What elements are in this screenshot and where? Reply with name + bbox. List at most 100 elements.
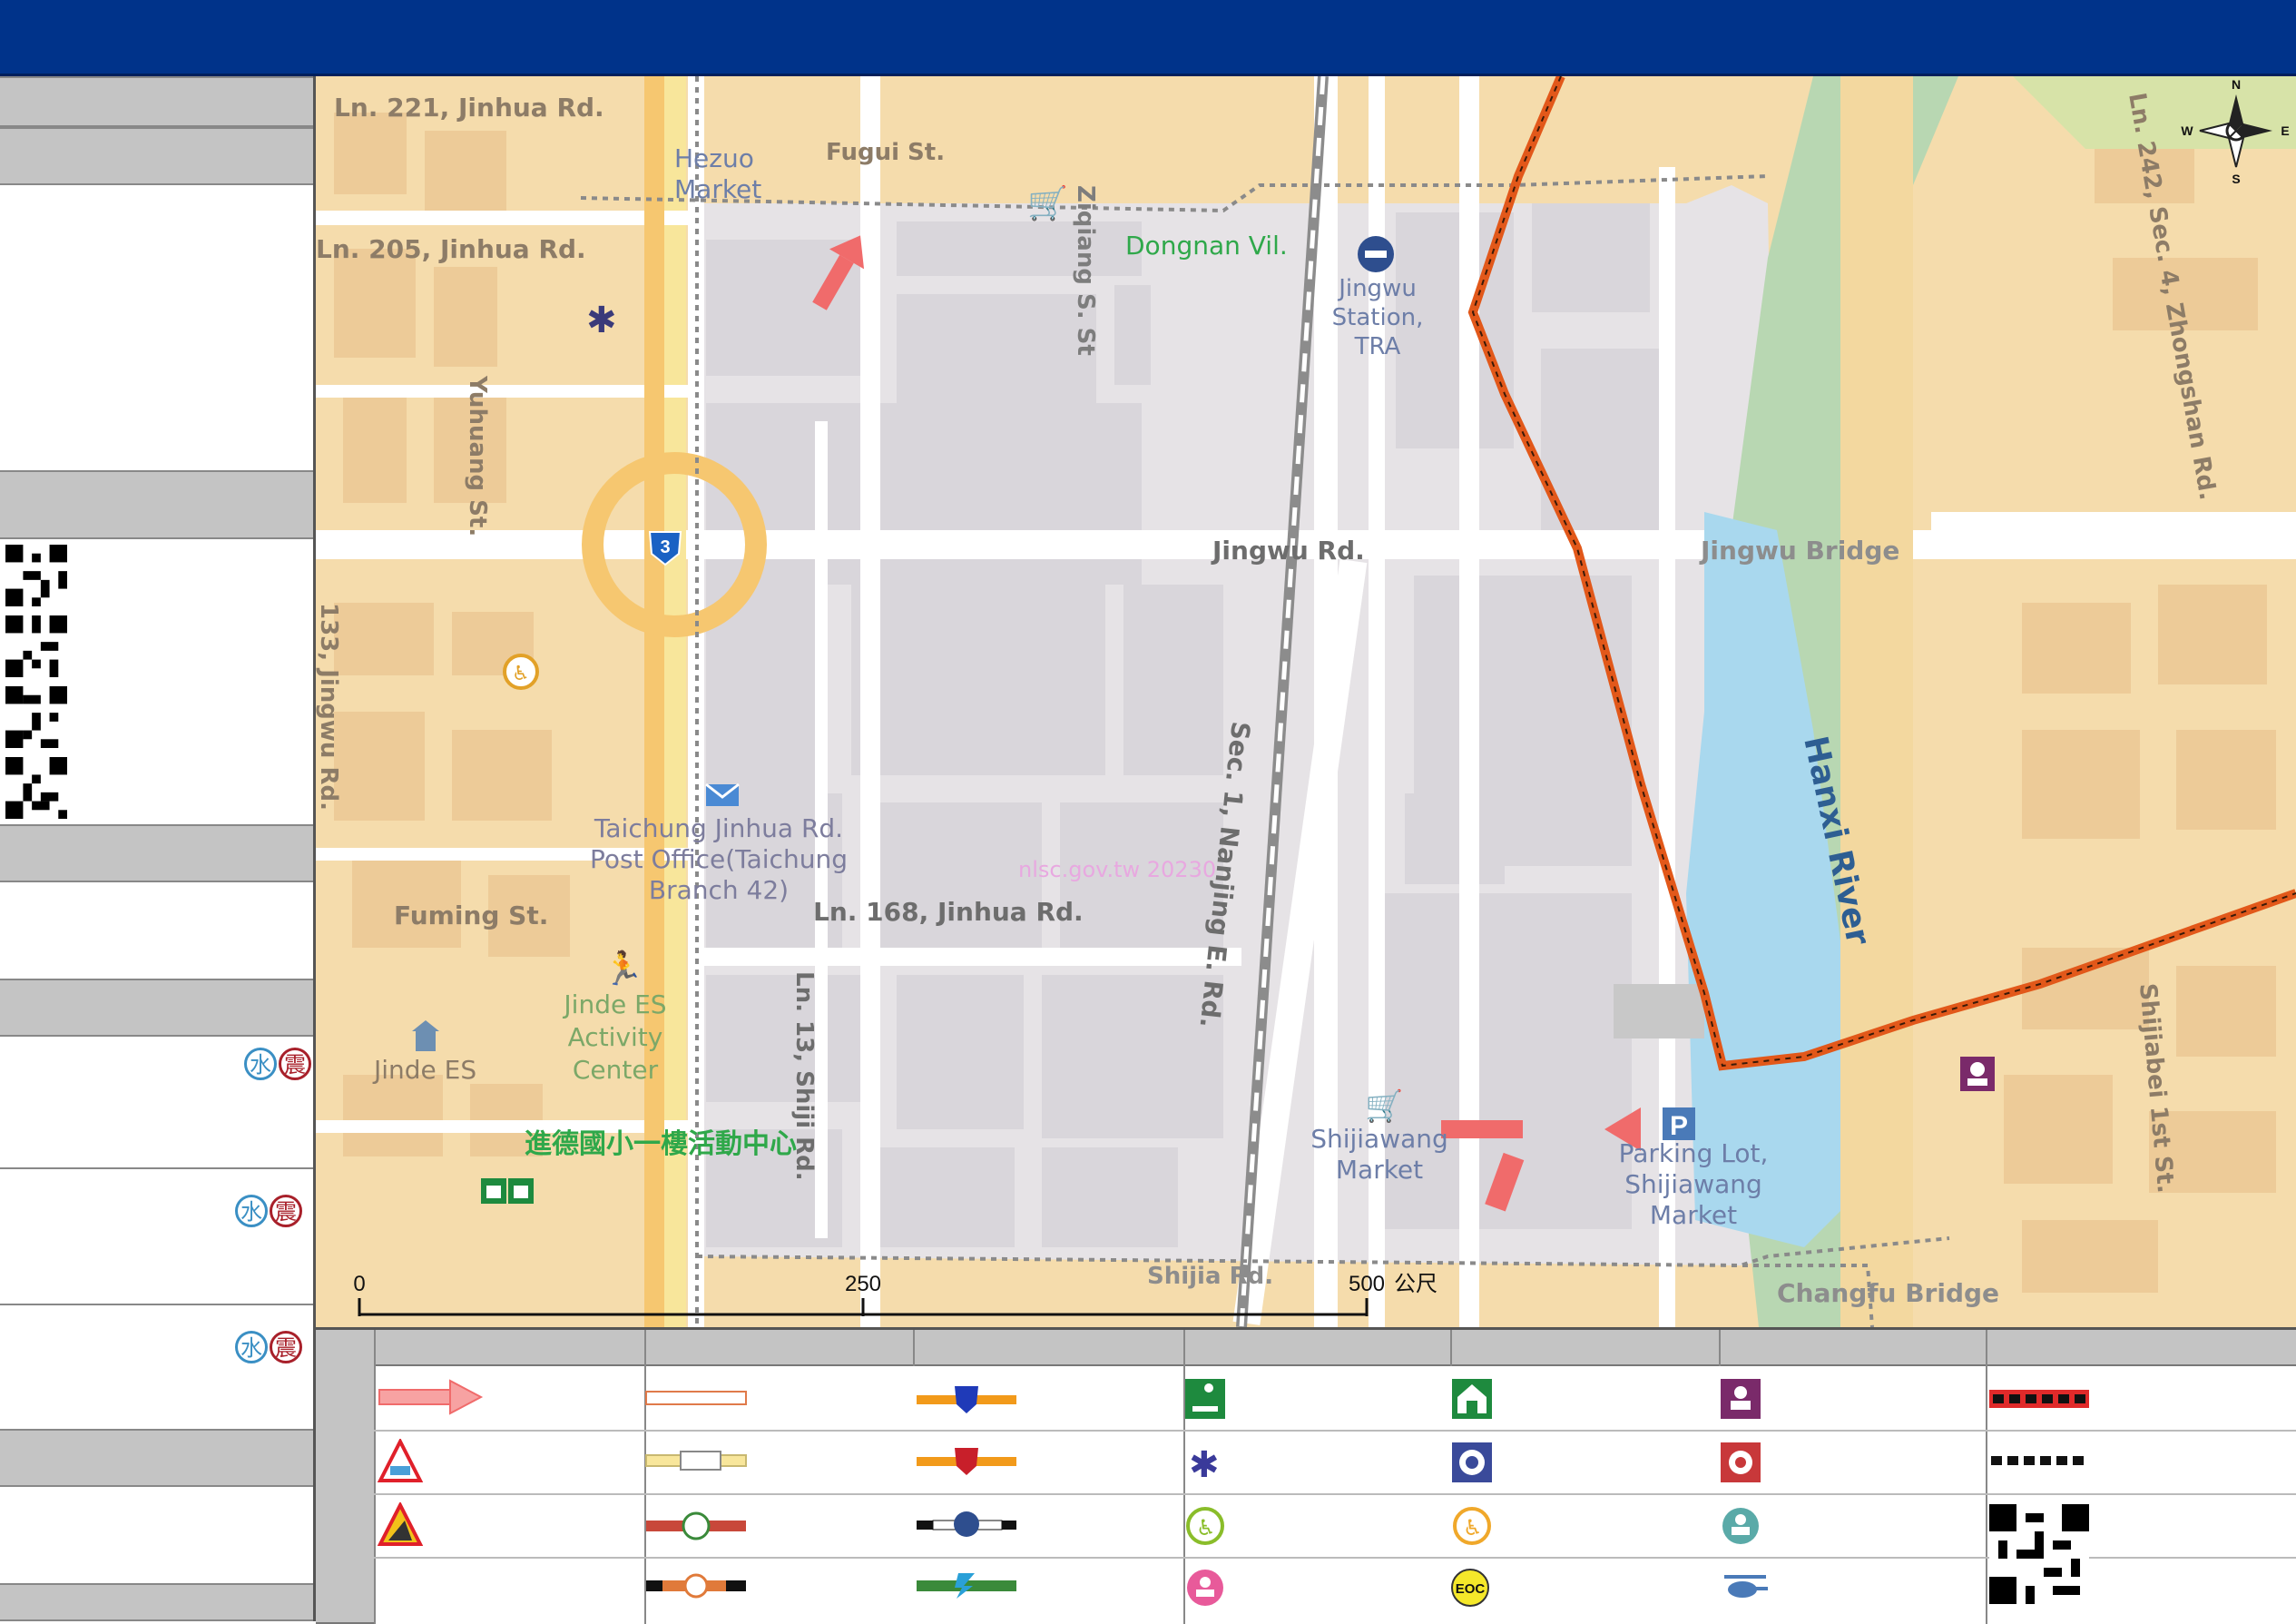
flood-warning-icon — [378, 1439, 423, 1482]
shopping-cart-icon: 🛒 — [1365, 1088, 1403, 1125]
sidebar-header-1 — [0, 76, 313, 127]
earthquake-hazard-badge: 震 — [279, 1048, 311, 1080]
national-highway-icon — [917, 1386, 1016, 1413]
scale-label-0: 0 — [353, 1272, 365, 1296]
label-watermark: nlsc.gov.tw 20230 — [1018, 857, 1216, 882]
label-jingwu-station-1: Jingwu — [1337, 275, 1417, 302]
label-post-office-2: Post Office(Taichung — [590, 844, 848, 874]
high-speed-rail-icon — [917, 1573, 1016, 1599]
sidebar-header-5 — [0, 1583, 313, 1621]
label-post-office-3: Branch 42) — [649, 875, 789, 905]
svg-text:✱: ✱ — [586, 300, 617, 341]
label-jingwu-rd: Jingwu Rd. — [1211, 536, 1365, 566]
childcare-icon — [1187, 1570, 1223, 1606]
outdoor-shelter-icon — [1185, 1379, 1225, 1419]
police-station-icon — [1452, 1442, 1492, 1482]
label-jinde-activity-2: Activity — [568, 1022, 663, 1052]
svg-text:🏃: 🏃 — [603, 950, 643, 988]
qr-code-4[interactable] — [5, 757, 67, 819]
elderly-care-legend-icon: ♿ — [1453, 1507, 1491, 1545]
label-jinde-activity-3: Center — [573, 1055, 659, 1085]
svg-text:P: P — [1670, 1111, 1688, 1141]
legend-side-header — [316, 1330, 374, 1624]
disability-care-icon: ♿ — [1186, 1507, 1224, 1545]
water-hazard-badge: 水 — [235, 1195, 268, 1227]
label-ziqiang: Ziqiang S. St — [1072, 185, 1099, 356]
label-ln205: Ln. 205, Jinhua Rd. — [316, 234, 586, 264]
helicopter-icon — [1724, 1575, 1768, 1598]
sidebar-header-3 — [0, 824, 313, 882]
svg-text:🛒: 🛒 — [1027, 184, 1068, 222]
indoor-shelter-icon — [1452, 1379, 1492, 1419]
water-hazard-badge: 水 — [244, 1048, 277, 1080]
water-hazard-badge: 水 — [235, 1331, 268, 1363]
legend-row-line — [374, 1493, 2296, 1495]
sidebar-header-4 — [0, 1429, 313, 1487]
label-fuming: Fuming St. — [394, 901, 548, 930]
compass-e: E — [2281, 123, 2289, 138]
legend-divider — [374, 1330, 376, 1624]
label-dongnan: Dongnan Vil. — [1125, 231, 1288, 261]
medical-star-icon: ✱ — [586, 300, 617, 341]
svg-text:♿: ♿ — [1196, 1515, 1216, 1540]
sports-person-icon: 🏃 — [603, 950, 643, 988]
elderly-care-icon: ♿ — [503, 654, 539, 690]
label-hezuo-2: Market — [674, 174, 761, 204]
fire-station-icon — [1721, 1442, 1761, 1482]
shopping-cart-icon: 🛒 — [1027, 184, 1068, 222]
sidebar-divider — [0, 1167, 313, 1169]
svg-text:✱: ✱ — [1189, 1444, 1220, 1482]
qr-code-2[interactable] — [5, 615, 67, 677]
map-legend: ✱ ♿ ♿ EOC — [316, 1327, 2296, 1624]
village-boundary-legend-icon — [1991, 1456, 2087, 1465]
legend-divider — [913, 1330, 915, 1366]
earthquake-hazard-badge: 震 — [270, 1195, 302, 1227]
sidebar-header-qr — [0, 470, 313, 539]
sidebar-header-2 — [0, 127, 313, 185]
compass-n: N — [2232, 77, 2241, 92]
compass-s: S — [2232, 172, 2240, 186]
label-ln168: Ln. 168, Jinhua Rd. — [813, 897, 1084, 927]
svg-text:♿: ♿ — [512, 663, 530, 685]
legend-divider — [1450, 1330, 1452, 1366]
qr-code-3[interactable] — [5, 686, 67, 748]
social-welfare-legend-icon — [1721, 1379, 1761, 1419]
legend-header-row — [374, 1330, 2296, 1366]
label-yuhuang: Yuhuang St. — [464, 375, 491, 536]
scale-label-250: 250 — [845, 1272, 881, 1296]
svg-text:♿: ♿ — [1463, 1515, 1483, 1540]
compass-w: W — [2181, 123, 2193, 138]
landslide-warning-icon — [378, 1502, 423, 1546]
major-road-legend-icon — [645, 1451, 747, 1471]
legend-divider — [1719, 1330, 1721, 1366]
route-3-number: 3 — [660, 537, 670, 557]
label-hezuo-1: Hezuo — [674, 143, 754, 173]
parking-icon: P — [1663, 1107, 1695, 1141]
label-jinde-activity-1: Jinde ES — [562, 989, 666, 1019]
expressway-icon — [917, 1448, 1016, 1475]
label-shijiawang-market-2: Market — [1336, 1155, 1423, 1185]
family-service-icon — [1722, 1508, 1759, 1544]
label-jingwu-bridge: Jingwu Bridge — [1699, 536, 1899, 566]
label-shelter: 進德國小一樓活動中心 — [525, 1128, 797, 1160]
parking-building — [1614, 984, 1704, 1038]
label-parking-3: Market — [1650, 1200, 1737, 1230]
earthquake-hazard-badge: 震 — [270, 1331, 302, 1363]
legend-qr-code[interactable] — [1989, 1504, 2089, 1604]
social-welfare-icon — [1960, 1057, 1995, 1091]
label-shijiawang-market-1: Shijiawang — [1310, 1124, 1448, 1154]
sidebar-panel: 水 震 水 震 水 震 — [0, 76, 316, 1621]
scale-label-500: 500 — [1349, 1272, 1385, 1296]
post-office-icon — [705, 782, 740, 806]
label-ln221: Ln. 221, Jinhua Rd. — [334, 93, 604, 123]
legend-row-line — [374, 1430, 2296, 1432]
river-east-bank — [1840, 76, 1913, 1327]
qr-code-1[interactable] — [5, 545, 67, 606]
district-boundary-legend-icon — [1989, 1390, 2089, 1408]
label-parking-2: Shijiawang — [1624, 1169, 1762, 1199]
label-shijia: Shijia Rd. — [1147, 1263, 1273, 1290]
sidebar-divider — [0, 1304, 313, 1305]
eoc-icon: EOC — [1451, 1569, 1489, 1607]
label-ln133: 133, Jingwu Rd. — [316, 603, 342, 811]
provincial-highway-icon — [646, 1511, 746, 1540]
